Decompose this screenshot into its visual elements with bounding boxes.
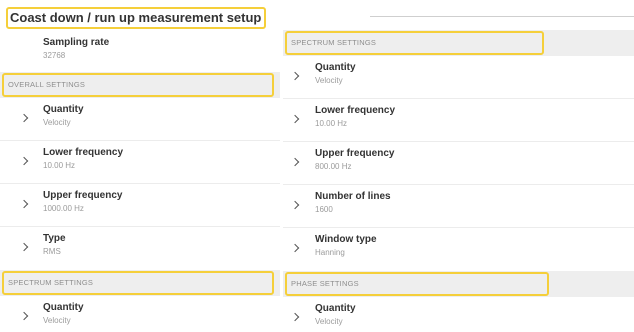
spectrum-quantity-item-left[interactable]: Quantity Velocity: [0, 296, 280, 332]
right-column: SPECTRUM SETTINGS Quantity Velocity Lowe…: [283, 30, 634, 332]
spectrum-quantity-item[interactable]: Quantity Velocity: [283, 56, 634, 99]
chevron-right-icon: [19, 156, 29, 166]
item-value: Velocity: [43, 118, 71, 127]
overall-quantity-item[interactable]: Quantity Velocity: [0, 98, 280, 141]
chevron-right-icon: [290, 200, 300, 210]
phase-quantity-item[interactable]: Quantity Velocity: [283, 297, 634, 332]
page-title: Coast down / run up measurement setup: [6, 7, 267, 29]
spectrum-number-of-lines-item[interactable]: Number of lines 1600: [283, 185, 634, 228]
item-value: RMS: [43, 247, 61, 256]
chevron-right-icon: [290, 71, 300, 81]
item-label: Window type: [315, 234, 377, 245]
item-label: Quantity: [43, 302, 84, 313]
spectrum-upper-frequency-item[interactable]: Upper frequency 800.00 Hz: [283, 142, 634, 185]
spectrum-window-type-item[interactable]: Window type Hanning: [283, 228, 634, 271]
phase-settings-header: PHASE SETTINGS: [283, 271, 634, 297]
item-value: 10.00 Hz: [43, 161, 76, 170]
item-value: 1600: [315, 205, 333, 214]
item-value: Hanning: [315, 248, 345, 257]
spectrum-settings-header-right: SPECTRUM SETTINGS: [283, 30, 634, 56]
divider: [370, 16, 634, 17]
item-label: Upper frequency: [315, 148, 395, 159]
item-label: Lower frequency: [43, 147, 124, 158]
sampling-rate-value: 32768: [43, 51, 66, 60]
item-label: Number of lines: [315, 191, 391, 202]
left-column: Sampling rate 32768 OVERALL SETTINGS Qua…: [0, 30, 280, 332]
chevron-right-icon: [290, 114, 300, 124]
chevron-right-icon: [290, 312, 300, 322]
chevron-right-icon: [19, 311, 29, 321]
chevron-right-icon: [290, 243, 300, 253]
chevron-right-icon: [19, 199, 29, 209]
overall-type-item[interactable]: Type RMS: [0, 227, 280, 270]
chevron-right-icon: [19, 242, 29, 252]
item-label: Quantity: [315, 62, 356, 73]
spectrum-settings-header-left: SPECTRUM SETTINGS: [0, 270, 280, 296]
overall-settings-header: OVERALL SETTINGS: [0, 72, 280, 98]
item-label: Quantity: [43, 104, 84, 115]
item-label: Quantity: [315, 303, 356, 314]
item-value: Velocity: [315, 76, 343, 85]
item-value: 800.00 Hz: [315, 162, 352, 171]
item-label: Type: [43, 233, 66, 244]
item-label: Upper frequency: [43, 190, 123, 201]
sampling-rate-item: Sampling rate 32768: [0, 30, 280, 72]
item-value: Velocity: [315, 317, 343, 326]
chevron-right-icon: [19, 113, 29, 123]
item-value: Velocity: [43, 316, 71, 325]
item-value: 10.00 Hz: [315, 119, 348, 128]
item-value: 1000.00 Hz: [43, 204, 84, 213]
sampling-rate-label: Sampling rate: [43, 37, 110, 48]
item-label: Lower frequency: [315, 105, 396, 116]
chevron-right-icon: [290, 157, 300, 167]
setup-page: Coast down / run up measurement setup Sa…: [0, 0, 634, 332]
overall-upper-frequency-item[interactable]: Upper frequency 1000.00 Hz: [0, 184, 280, 227]
overall-lower-frequency-item[interactable]: Lower frequency 10.00 Hz: [0, 141, 280, 184]
spectrum-lower-frequency-item[interactable]: Lower frequency 10.00 Hz: [283, 99, 634, 142]
